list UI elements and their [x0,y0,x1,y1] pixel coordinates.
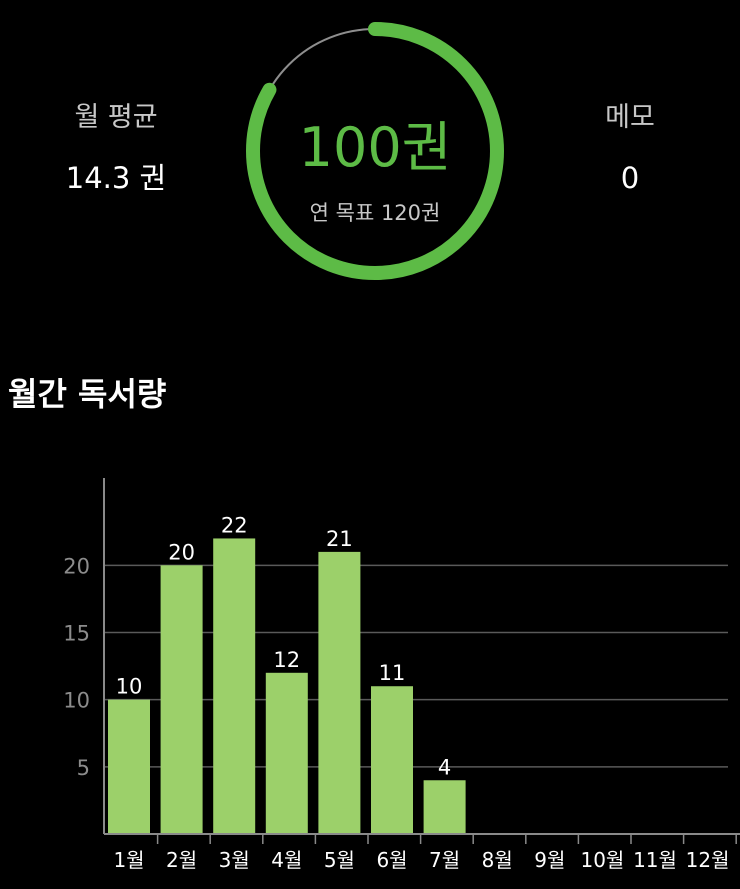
bar-value-label: 21 [326,527,353,551]
bar-2 [160,565,203,834]
x-tick-label: 7월 [429,848,460,872]
yearly-goal-label: 연 목표 120권 [309,201,441,225]
x-tick-label: 3월 [219,848,250,872]
memo-label: 메모 [605,102,655,133]
monthly-average-stat: 월 평균 14.3 권 [6,98,226,198]
monthly-reading-title: 월간 독서량 [8,375,167,413]
monthly-average-value: 14.3 권 [65,161,167,195]
x-tick-label: 12월 [686,848,730,872]
x-tick-label: 10월 [580,848,624,872]
bar-4 [265,672,308,834]
y-tick-label: 5 [77,756,90,780]
bar-value-label: 4 [438,755,451,779]
x-tick-label: 6월 [376,848,407,872]
memo-stat[interactable]: 메모 0 [520,98,740,198]
bar-value-label: 22 [221,513,248,537]
x-tick-label: 2월 [166,848,197,872]
x-tick-label: 4월 [271,848,302,872]
bar-1 [108,699,150,834]
x-tick-label: 5월 [324,848,355,872]
y-tick-label: 20 [63,554,90,578]
bar-value-label: 10 [116,675,143,699]
bar-6 [371,686,413,834]
monthly-reading-bar-chart: 5 10 15 20 10 20 22 12 21 11 4 1월 2월 3월 4월 5월 6월 7월 8월 9월 10… [63,478,740,872]
memo-count: 0 [620,161,640,195]
x-tick-label: 8월 [482,848,513,872]
bar-3 [213,538,256,834]
y-tick-label: 10 [63,689,90,713]
bar-7 [423,780,466,834]
monthly-average-label: 월 평균 [74,102,158,133]
bar-value-label: 20 [168,540,195,564]
books-read-count: 100권 [298,116,452,179]
bar-5 [318,551,361,834]
x-tick-label: 11월 [633,848,677,872]
y-tick-label: 15 [63,621,90,645]
bar-value-label: 12 [273,648,300,672]
x-tick-label: 1월 [113,848,144,872]
bar-value-label: 11 [379,661,406,685]
x-tick-label: 9월 [534,848,565,872]
